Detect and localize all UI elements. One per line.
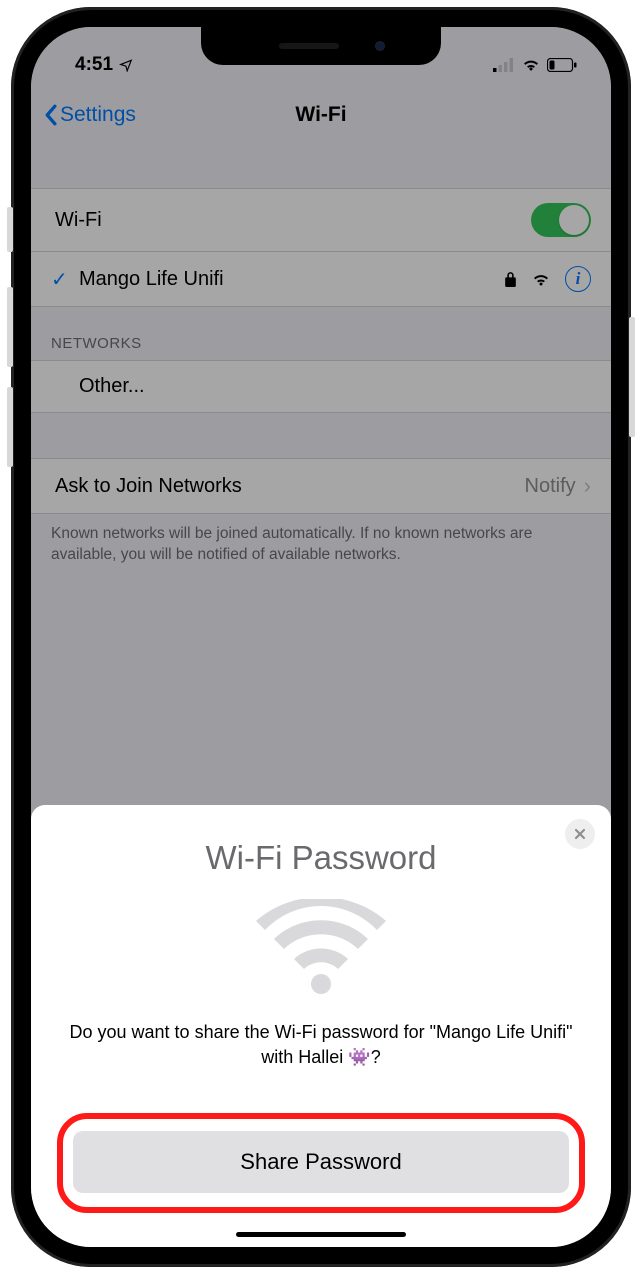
volume-down-button	[7, 387, 13, 467]
share-password-button[interactable]: Share Password	[73, 1131, 569, 1193]
wifi-graphic	[57, 899, 585, 994]
share-button-highlight: Share Password	[57, 1113, 585, 1213]
phone-frame: 4:51	[11, 7, 631, 1267]
home-indicator[interactable]	[236, 1232, 406, 1237]
share-password-sheet: Wi-Fi Password Do you want to share the …	[31, 805, 611, 1247]
volume-up-button	[7, 287, 13, 367]
wifi-large-icon	[256, 899, 386, 994]
close-icon	[574, 828, 586, 840]
screen: 4:51	[31, 27, 611, 1247]
close-button[interactable]	[565, 819, 595, 849]
mute-switch	[7, 207, 13, 252]
power-button	[629, 317, 635, 437]
sheet-body: Do you want to share the Wi-Fi password …	[57, 1020, 585, 1113]
sheet-title: Wi-Fi Password	[57, 839, 585, 877]
